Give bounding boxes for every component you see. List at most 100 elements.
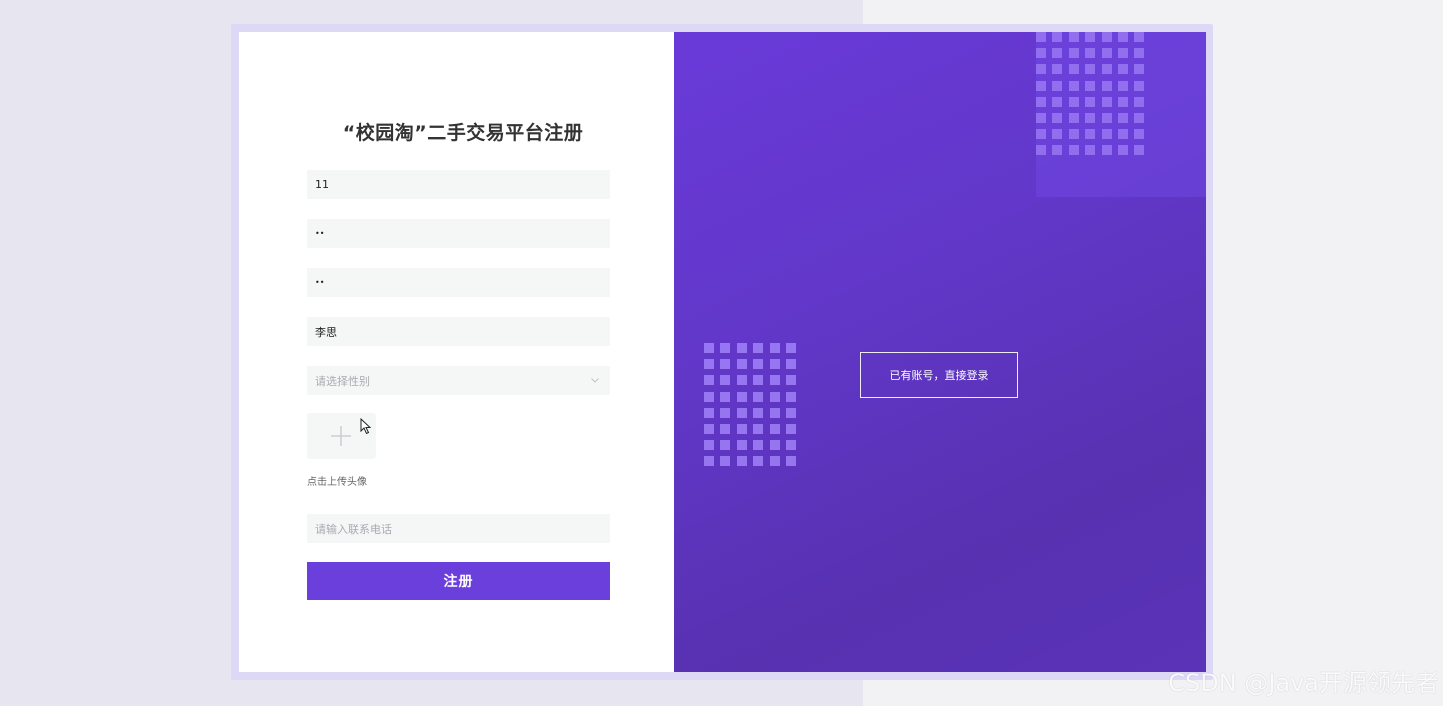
decorative-dot [704,359,714,370]
decorative-dot [753,343,764,353]
decorative-dot [720,375,731,386]
decorative-dot [1052,145,1063,156]
decorative-dot [1052,64,1063,75]
decorative-dot [769,407,780,418]
decorative-dot [736,391,747,402]
watermark: CSDN @Java开源领先者 [1168,669,1439,697]
decorative-dot [1117,80,1128,91]
decorative-dot [753,375,764,386]
username-input[interactable]: 11 [307,170,610,199]
decorative-dot [1036,112,1046,123]
decorative-dot [720,391,731,402]
decorative-dot [1134,129,1145,140]
decorative-dot [769,359,780,370]
password-value: •• [315,229,325,238]
phone-placeholder: 请输入联系电话 [315,522,392,536]
decorative-dot [1085,80,1096,91]
decorative-dot [769,456,780,467]
decorative-dot [720,359,731,370]
decorative-dot [1101,112,1112,123]
decorative-dot [1068,32,1079,42]
decorative-dot [736,456,747,467]
decorative-dot [1117,145,1128,156]
decorative-dot [785,375,796,386]
decorative-dot [785,343,796,353]
name-input[interactable]: 李思 [307,317,610,346]
decorative-dot [1068,64,1079,75]
decorative-dot [736,440,747,451]
decorative-dot [1052,129,1063,140]
decorative-dot [704,456,714,467]
decorative-dot [704,407,714,418]
decorative-dot [720,440,731,451]
decorative-dot [1134,64,1145,75]
decorative-dot [1068,80,1079,91]
decorative-dot [1052,48,1063,59]
decorative-dot [785,359,796,370]
decorative-dot-grid-top [1036,32,1145,156]
decorative-dot [1134,48,1145,59]
decorative-dot [736,423,747,434]
confirm-password-input[interactable]: •• [307,268,610,297]
password-input[interactable]: •• [307,219,610,248]
name-value: 李思 [315,325,337,339]
decorative-dot [769,440,780,451]
page-title: “校园淘”二手交易平台注册 [342,122,584,144]
decorative-dot [753,423,764,434]
decorative-dot [1052,112,1063,123]
decorative-dot [1101,80,1112,91]
decorative-dot [736,343,747,353]
decorative-dot [1068,96,1079,107]
gender-select[interactable]: 请选择性别 [307,366,610,395]
decorative-dot [1085,112,1096,123]
decorative-dot [753,407,764,418]
register-card: “校园淘”二手交易平台注册 11 •• •• 李思 请选择性别 点击上传头像 请… [239,32,1206,672]
confirm-password-value: •• [315,278,325,287]
decorative-dot [1101,96,1112,107]
decorative-dot [1101,32,1112,42]
decorative-dot [753,440,764,451]
decorative-dot [753,359,764,370]
decorative-dot [1085,48,1096,59]
decorative-dot [1101,48,1112,59]
phone-input[interactable]: 请输入联系电话 [307,514,610,543]
decorative-dot [1117,64,1128,75]
decorative-dot [769,343,780,353]
username-value: 11 [315,178,329,191]
decorative-dot [785,423,796,434]
decorative-dot [1036,64,1046,75]
decorative-dot [720,456,731,467]
decorative-dot [1117,96,1128,107]
decorative-dot [785,407,796,418]
decorative-dot [785,391,796,402]
decorative-dot [704,440,714,451]
decorative-dot [1117,32,1128,42]
decorative-dot [1052,96,1063,107]
upload-label: 点击上传头像 [307,477,367,488]
register-button[interactable]: 注册 [307,562,610,600]
decorative-dot [1052,32,1063,42]
decorative-dot [1134,112,1145,123]
decorative-dot [785,456,796,467]
decorative-dot [704,423,714,434]
decorative-dot [753,391,764,402]
decorative-dot [1101,129,1112,140]
decorative-dot [736,407,747,418]
decorative-dot [1068,48,1079,59]
decorative-dot [785,440,796,451]
decorative-dot [1085,32,1096,42]
decorative-dot [769,375,780,386]
plus-icon [331,426,351,446]
decorative-dot [1101,64,1112,75]
decorative-dot [1117,112,1128,123]
decorative-dot [720,407,731,418]
decorative-dot [736,359,747,370]
decorative-dot [769,391,780,402]
decorative-dot [1117,129,1128,140]
decorative-dot [736,375,747,386]
decorative-dot [1068,145,1079,156]
go-login-button[interactable]: 已有账号，直接登录 [860,352,1018,398]
decorative-dot [704,343,714,353]
register-panel: “校园淘”二手交易平台注册 11 •• •• 李思 请选择性别 点击上传头像 请… [239,32,674,672]
decorative-dot [1036,96,1046,107]
